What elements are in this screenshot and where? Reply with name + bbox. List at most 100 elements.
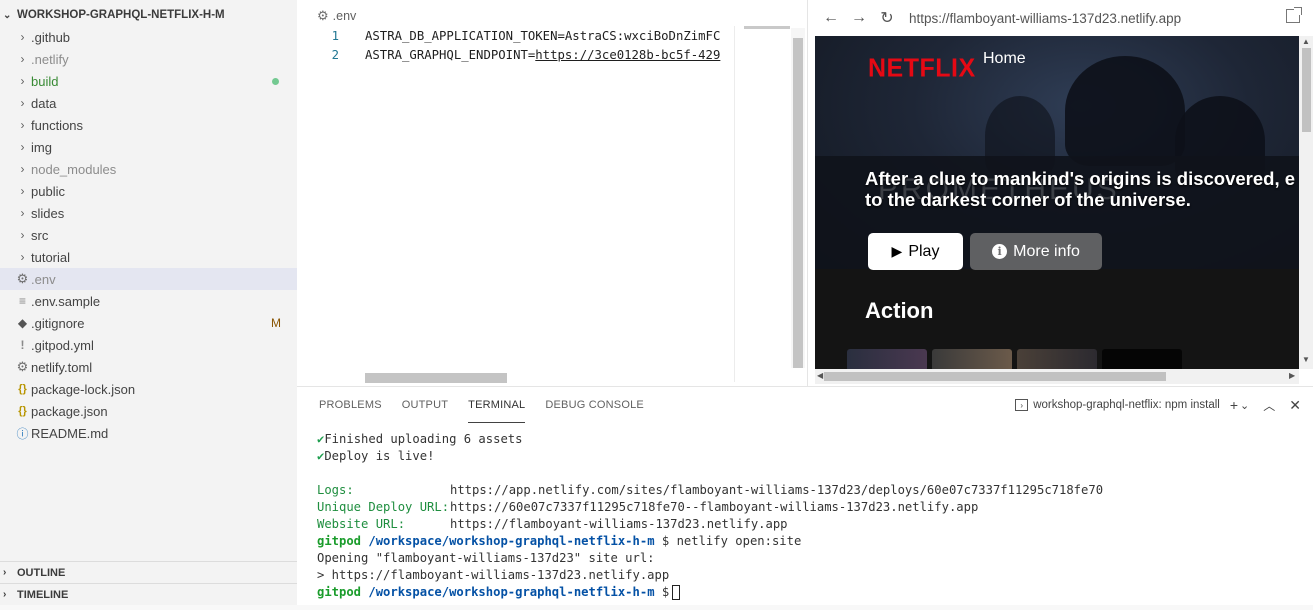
- info-icon: i: [992, 244, 1008, 259]
- terminal-link[interactable]: https://60e07c7337f11295c718fe70--flambo…: [450, 500, 978, 514]
- tree-item-functions[interactable]: › functions: [0, 114, 297, 136]
- terminal-link[interactable]: https://flamboyant-williams-137d23.netli…: [450, 517, 788, 531]
- minimap-slider[interactable]: [744, 26, 790, 29]
- chevron-up-icon[interactable]: ︿: [1263, 397, 1275, 414]
- terminal-line: Unique Deploy URL:https://60e07c7337f112…: [317, 500, 1103, 517]
- tree-item-tutorial[interactable]: › tutorial: [0, 246, 297, 268]
- tree-item-public[interactable]: › public: [0, 180, 297, 202]
- line-number: 1: [331, 28, 339, 43]
- nav-home-link[interactable]: Home: [983, 50, 1026, 68]
- tab-terminal[interactable]: TERMINAL: [468, 387, 526, 423]
- terminal-key: Website URL:: [317, 517, 406, 531]
- tree-item-package-json[interactable]: {} package.json: [0, 400, 297, 422]
- chevron-right-icon: ›: [3, 589, 7, 600]
- more-info-button[interactable]: i More info: [970, 233, 1102, 270]
- panel-actions: › workshop-graphql-netflix: npm install …: [1015, 387, 1301, 423]
- tree-item-package-lock[interactable]: {} package-lock.json: [0, 378, 297, 400]
- tree-item-label: tutorial: [31, 249, 71, 265]
- play-icon: ▶: [891, 243, 903, 259]
- tab-debug-console[interactable]: DEBUG CONSOLE: [545, 387, 644, 423]
- scroll-right-arrow-icon[interactable]: ▶: [1289, 371, 1295, 380]
- plus-icon[interactable]: +: [1230, 397, 1238, 413]
- tree-item-label: netlify.toml: [31, 359, 93, 375]
- play-button[interactable]: ▶ Play: [868, 233, 963, 270]
- terminal-cursor[interactable]: [672, 585, 681, 600]
- tree-item-env-sample[interactable]: ≡ .env.sample: [0, 290, 297, 312]
- chevron-right-icon: ›: [20, 206, 25, 220]
- tree-item-github[interactable]: › .github: [0, 26, 297, 48]
- tree-item-data[interactable]: › data: [0, 92, 297, 114]
- reload-icon[interactable]: ↻: [873, 4, 901, 32]
- terminal-line: Website URL: https://flamboyant-williams-…: [317, 517, 1103, 534]
- scrollbar-thumb[interactable]: [793, 38, 803, 368]
- movie-thumbnail[interactable]: [1017, 349, 1097, 369]
- tree-item-build[interactable]: › build: [0, 70, 297, 92]
- code-editor[interactable]: ⚙ .env 1 ASTRA_DB_APPLICATION_TOKEN=Astr…: [297, 0, 807, 386]
- tree-item-node-modules[interactable]: › node_modules: [0, 158, 297, 180]
- tree-item-label: build: [31, 73, 59, 89]
- scrollbar-thumb[interactable]: [1302, 48, 1311, 132]
- tab-problems[interactable]: PROBLEMS: [319, 387, 382, 423]
- scroll-left-arrow-icon[interactable]: ◀: [817, 371, 823, 380]
- tree-item-netlify[interactable]: › .netlify: [0, 48, 297, 70]
- editor-horizontal-scrollbar-thumb[interactable]: [365, 373, 507, 383]
- editor-vertical-scrollbar[interactable]: [791, 28, 805, 368]
- close-icon[interactable]: ✕: [1289, 397, 1301, 414]
- browser-vertical-scrollbar[interactable]: ▲ ▼: [1299, 36, 1313, 369]
- chevron-right-icon: ›: [20, 74, 25, 88]
- tree-item-readme[interactable]: ⓘ README.md: [0, 422, 297, 444]
- scroll-down-arrow-icon[interactable]: ▼: [1302, 355, 1310, 364]
- scroll-up-arrow-icon[interactable]: ▲: [1302, 37, 1310, 46]
- tree-item-slides[interactable]: › slides: [0, 202, 297, 224]
- editor-breadcrumb[interactable]: ⚙ .env: [297, 5, 356, 27]
- terminal-text: Finished uploading 6 assets: [324, 432, 523, 446]
- minimap-divider: [734, 26, 735, 382]
- netflix-logo[interactable]: NETFLIX: [868, 53, 976, 83]
- tree-item-label: .gitpod.yml: [31, 337, 94, 353]
- code-lines[interactable]: 1 ASTRA_DB_APPLICATION_TOKEN=AstraCS:wxc…: [297, 26, 735, 64]
- explorer-root-header[interactable]: ⌄ WORKSHOP-GRAPHQL-NETFLIX-H-M: [0, 4, 297, 26]
- terminal-line: ✔Finished uploading 6 assets: [317, 432, 1103, 449]
- browser-horizontal-scrollbar[interactable]: ◀ ▶: [815, 369, 1299, 384]
- movie-thumbnail[interactable]: [847, 349, 927, 369]
- terminal-selector[interactable]: workshop-graphql-netflix: npm install: [1033, 399, 1220, 411]
- terminal-link[interactable]: https://app.netlify.com/sites/flamboyant…: [450, 483, 1103, 497]
- open-external-icon[interactable]: [1286, 7, 1302, 23]
- movie-thumbnail[interactable]: [1102, 349, 1182, 369]
- tree-item-label: functions: [31, 117, 84, 133]
- terminal-key: Unique Deploy URL:: [317, 500, 450, 514]
- tree-item-label: README.md: [31, 425, 109, 441]
- panel-tab-bar: PROBLEMS OUTPUT TERMINAL DEBUG CONSOLE: [309, 387, 654, 423]
- chevron-down-icon[interactable]: ⌄: [1240, 399, 1249, 412]
- outline-label: OUTLINE: [17, 566, 66, 579]
- terminal-text: Opening "flamboyant-williams-137d23" sit…: [317, 551, 655, 565]
- browser-url-bar[interactable]: https://flamboyant-williams-137d23.netli…: [909, 11, 1181, 26]
- tree-item-netlify-toml[interactable]: ⚙ netlify.toml: [0, 356, 297, 378]
- tree-item-gitignore[interactable]: ◆ .gitignore M: [0, 312, 297, 334]
- chevron-right-icon: ›: [20, 140, 25, 154]
- tree-item-env[interactable]: ⚙ .env: [0, 268, 297, 290]
- terminal-link[interactable]: > https://flamboyant-williams-137d23.net…: [317, 568, 669, 582]
- outline-section-header[interactable]: › OUTLINE: [0, 561, 297, 583]
- tab-output[interactable]: OUTPUT: [402, 387, 448, 423]
- terminal-line: Logs: https://app.netlify.com/sites/flamb…: [317, 483, 1103, 500]
- browser-toolbar: ← → ↻ https://flamboyant-williams-137d23…: [808, 0, 1313, 36]
- terminal-line: ✔Deploy is live!: [317, 449, 1103, 466]
- tree-item-label: slides: [31, 205, 65, 221]
- forward-arrow-icon[interactable]: →: [845, 4, 873, 32]
- back-arrow-icon[interactable]: ←: [817, 4, 845, 32]
- scrollbar-thumb[interactable]: [824, 372, 1166, 381]
- terminal-key: Logs:: [317, 483, 354, 497]
- chevron-right-icon: ›: [20, 250, 25, 264]
- line-text: ASTRA_DB_APPLICATION_TOKEN=AstraCS:wxciB…: [365, 29, 735, 43]
- movie-thumbnail[interactable]: [932, 349, 1012, 369]
- endpoint-link[interactable]: https://3ce0128b-bc5f-429: [535, 48, 720, 62]
- prompt-user: gitpod: [317, 534, 362, 548]
- tree-item-img[interactable]: › img: [0, 136, 297, 158]
- terminal-output[interactable]: ✔Finished uploading 6 assets ✔Deploy is …: [317, 432, 1103, 602]
- line-text-content: ASTRA_GRAPHQL_ENDPOINT=: [365, 47, 536, 62]
- tree-item-src[interactable]: › src: [0, 224, 297, 246]
- tree-item-gitpod-yml[interactable]: ! .gitpod.yml: [0, 334, 297, 356]
- timeline-section-header[interactable]: › TIMELINE: [0, 583, 297, 605]
